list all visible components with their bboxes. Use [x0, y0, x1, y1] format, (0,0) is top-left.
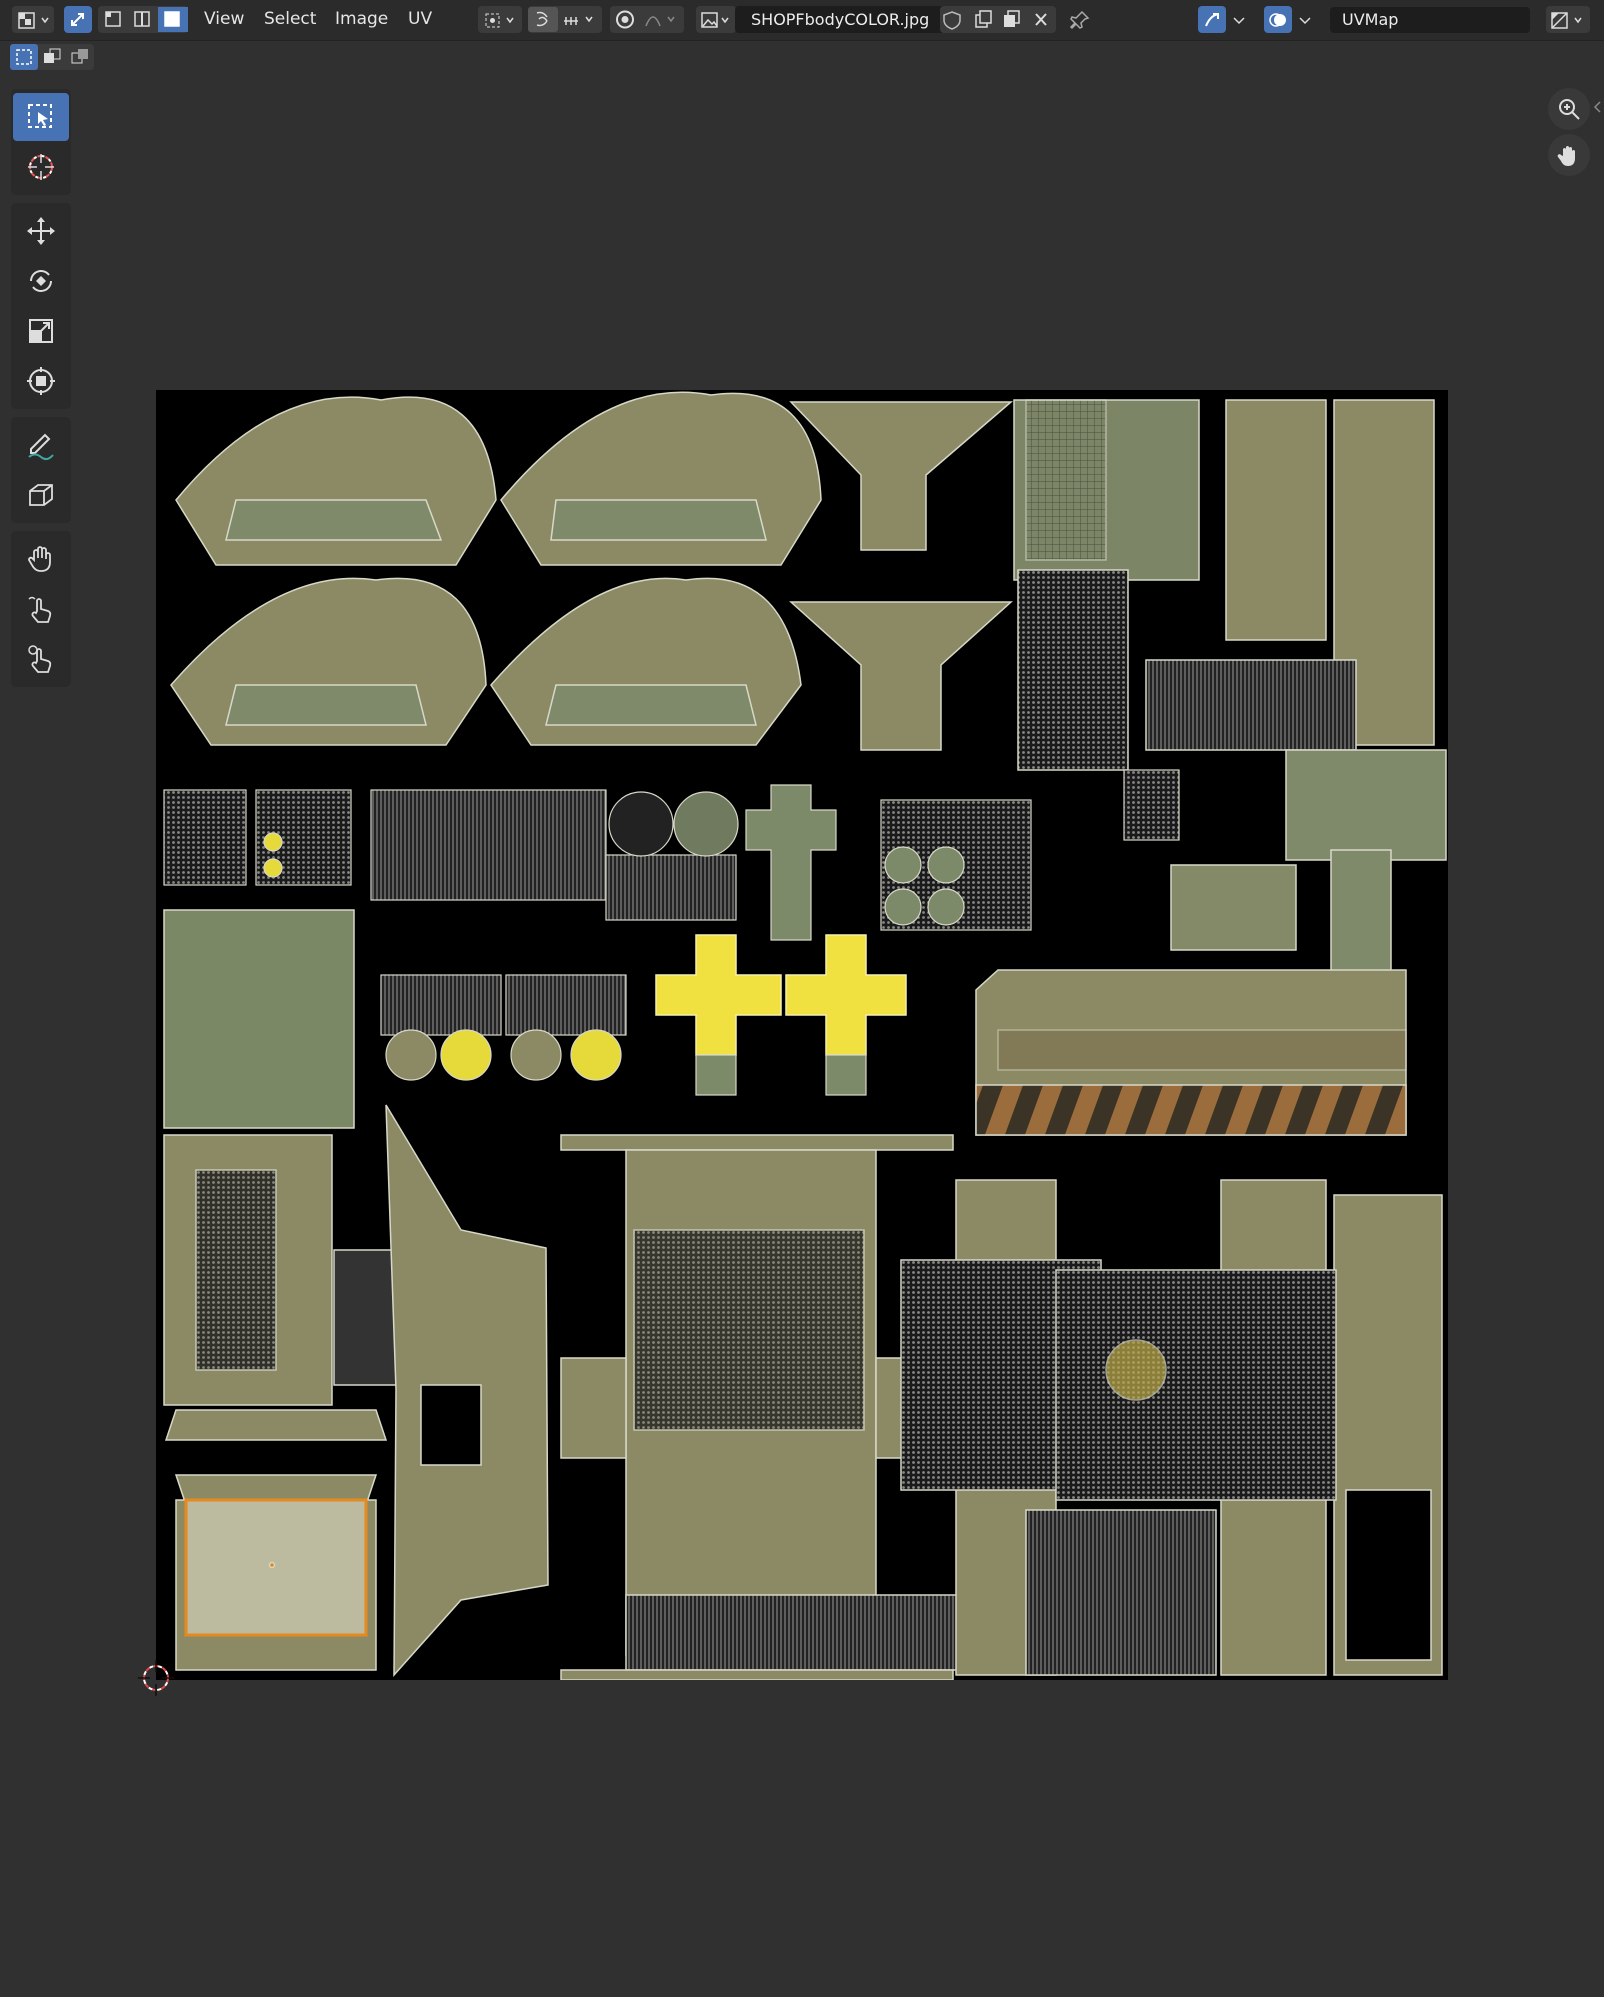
pin-image-button[interactable]: [1066, 6, 1094, 33]
image-actions-icons: [943, 10, 1047, 30]
chevron-down-icon: [1299, 16, 1311, 24]
image-name: SHOPFbodyCOLOR.jpg: [751, 10, 930, 29]
rip-icon: [29, 484, 53, 506]
select-mode-icons: [105, 7, 188, 32]
tool-group-annotate: [11, 417, 71, 523]
tool-rotate[interactable]: [13, 257, 69, 305]
cursor-icon: [28, 154, 54, 180]
scale-icon: [29, 319, 53, 343]
tool-group-sculpt: [11, 531, 71, 687]
hand-icon: [1557, 145, 1575, 166]
relax-icon: [28, 596, 52, 623]
tool-group-select: [11, 89, 71, 195]
proportional-editing-group[interactable]: [610, 6, 684, 33]
overlays-icon: [1269, 12, 1286, 27]
display-channels-icon: [1551, 11, 1582, 29]
tool-group-transform: [11, 203, 71, 409]
sidebar-toggle-icon[interactable]: [1592, 100, 1602, 114]
tool-move[interactable]: [13, 207, 69, 255]
menu-uv[interactable]: UV: [402, 7, 438, 32]
pan-view-button[interactable]: [1548, 134, 1590, 176]
selection-mode-group: [10, 44, 94, 70]
uv-map-name: UVMap: [1342, 10, 1399, 29]
image-icon: [701, 11, 729, 28]
tool-relax[interactable]: [13, 585, 69, 633]
pinch-icon: [28, 645, 52, 673]
tool-rip[interactable]: [13, 471, 69, 519]
proportional-icon: [616, 10, 675, 29]
uv-sculpt-icon: [1205, 12, 1219, 26]
uv-sculpt-dropdown[interactable]: [1228, 6, 1250, 33]
tool-scale[interactable]: [13, 307, 69, 355]
image-actions-group: [940, 6, 1056, 33]
uv-island-hazard-panel: [975, 969, 1407, 1136]
zoom-icon: [1559, 99, 1580, 120]
overlays-dropdown[interactable]: [1294, 6, 1316, 33]
select-box-icon: [28, 104, 52, 128]
tool-annotate[interactable]: [13, 421, 69, 469]
tool-select-box[interactable]: [13, 93, 69, 141]
zoom-view-button[interactable]: [1548, 88, 1590, 130]
pivot-point-dropdown[interactable]: [478, 6, 522, 33]
editor-type-button[interactable]: [12, 6, 54, 33]
chevron-down-icon: [1233, 16, 1245, 24]
tool-cursor[interactable]: [13, 143, 69, 191]
snap-icon: [528, 7, 593, 32]
display-channels-dropdown[interactable]: [1546, 6, 1590, 33]
tool-transform[interactable]: [13, 357, 69, 405]
transform-icon: [27, 367, 55, 395]
rotate-icon: [30, 270, 52, 292]
snapping-group[interactable]: [528, 6, 602, 33]
tool-grab[interactable]: [13, 535, 69, 583]
image-name-field[interactable]: SHOPFbodyCOLOR.jpg: [735, 6, 955, 33]
menu-image[interactable]: Image: [329, 7, 394, 32]
image-browse-dropdown[interactable]: [696, 6, 736, 33]
grab-icon: [28, 546, 51, 572]
uv-sculpt-button[interactable]: [1198, 6, 1226, 33]
uv-texture-canvas[interactable]: [156, 390, 1448, 1680]
toolbar: [11, 89, 71, 695]
tool-pinch[interactable]: [13, 635, 69, 683]
pivot-icon: [485, 13, 514, 27]
uv-map-field[interactable]: UVMap: [1330, 7, 1530, 33]
selection-mode-icons: [10, 44, 88, 70]
annotate-icon: [28, 433, 54, 461]
select-mode-group: [98, 6, 188, 33]
menu-view[interactable]: View: [198, 7, 250, 32]
pin-icon: [1069, 10, 1090, 29]
editor-header: View Select Image UV SHOPFbodyCOLOR.jpg: [0, 0, 1604, 41]
overlays-button[interactable]: [1264, 6, 1292, 33]
uv-editor-icon: [18, 11, 49, 29]
2d-cursor-icon[interactable]: [134, 1656, 178, 1700]
sync-selection-button[interactable]: [64, 6, 92, 33]
menu-select[interactable]: Select: [258, 7, 322, 32]
sync-selection-icon: [71, 12, 84, 26]
move-icon: [27, 217, 55, 245]
